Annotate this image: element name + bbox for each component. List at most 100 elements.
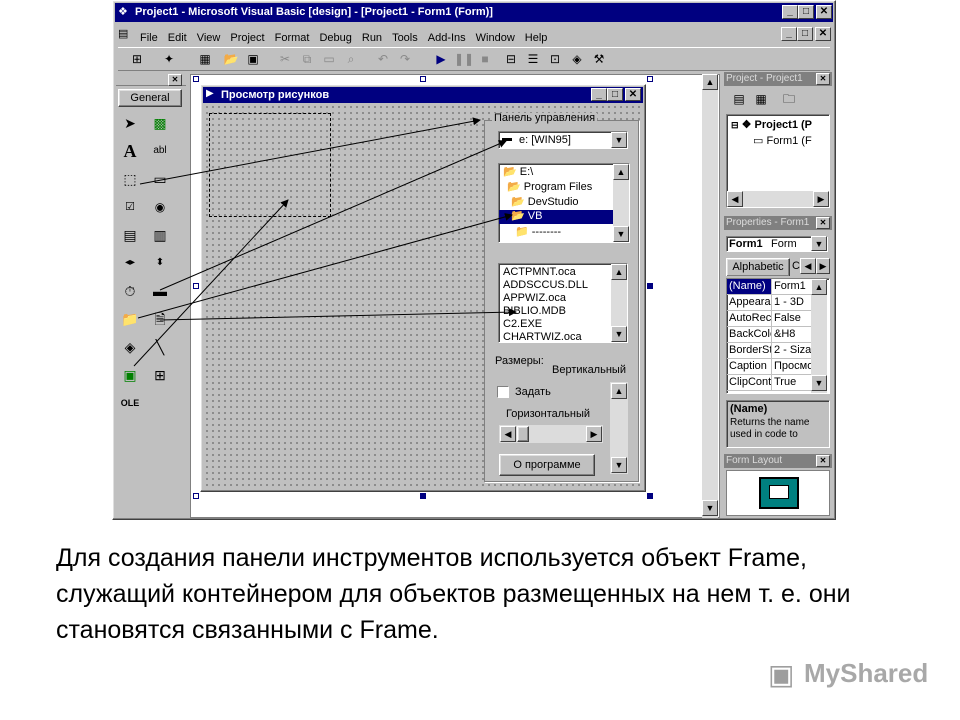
dir-listbox[interactable]: 📂 E:\ 📂 Program Files 📂 DevStudio 📂 VB 📁… xyxy=(498,163,630,243)
menu-editor-icon[interactable]: ▦ xyxy=(196,50,214,68)
inner-restore-button[interactable]: □ xyxy=(797,27,813,41)
combobox-icon[interactable]: ▤ xyxy=(118,224,142,246)
property-row[interactable]: ClipCont True xyxy=(727,375,811,391)
tab-scroll-left-button[interactable]: ◀ xyxy=(800,258,816,274)
maximize-button[interactable]: □ xyxy=(798,5,814,19)
file-item[interactable]: BIBLIO.MDB xyxy=(503,305,566,318)
designer-scroll-up-button[interactable]: ▲ xyxy=(702,74,718,90)
toolbox-general-tab[interactable]: General xyxy=(118,89,182,107)
tab-scroll-right-button[interactable]: ▶ xyxy=(816,258,830,274)
designer-vscrollbar[interactable] xyxy=(702,74,718,518)
property-row[interactable]: Appeara 1 - 3D xyxy=(727,295,811,311)
shape-icon[interactable]: ◈ xyxy=(118,336,142,358)
frame-icon[interactable]: ⬚ xyxy=(118,168,142,190)
textbox-icon[interactable]: abl xyxy=(148,140,172,162)
property-row[interactable]: BorderSt 2 - Siza xyxy=(727,343,811,359)
hscrollbar-icon[interactable]: ◂▸ xyxy=(118,252,142,274)
project-scroll-left-button[interactable]: ◀ xyxy=(727,191,743,207)
dirlistbox-icon[interactable]: 📁 xyxy=(118,308,142,330)
selection-handle[interactable] xyxy=(420,76,426,82)
form-close-button[interactable]: ✕ xyxy=(625,88,641,101)
open-icon[interactable]: 📂 xyxy=(222,50,240,68)
project-explorer-icon[interactable]: ⊟ xyxy=(502,50,520,68)
property-row[interactable]: BackColc &H8 xyxy=(727,327,811,343)
pointer-icon[interactable]: ➤ xyxy=(118,112,142,134)
vscrollbar-icon[interactable]: ⬍ xyxy=(148,252,172,274)
find-icon[interactable]: ⌕ xyxy=(342,50,360,68)
menu-project[interactable]: Project xyxy=(230,32,264,44)
monitor-preview-icon[interactable] xyxy=(759,477,799,509)
selection-handle[interactable] xyxy=(193,493,199,499)
break-icon[interactable]: ❚❚ xyxy=(454,50,474,68)
object-selector-dropdown-button[interactable]: ▼ xyxy=(811,236,827,251)
start-icon[interactable]: ▶ xyxy=(432,50,450,68)
horizontal-scroll-right-button[interactable]: ▶ xyxy=(586,426,602,442)
cut-icon[interactable]: ✂ xyxy=(276,50,294,68)
undo-icon[interactable]: ↶ xyxy=(374,50,392,68)
inner-minimize-button[interactable]: _ xyxy=(781,27,797,41)
dir-item[interactable]: 📂 DevStudio xyxy=(511,196,579,209)
listbox-icon[interactable]: ▥ xyxy=(148,224,172,246)
object-selector[interactable]: Form1 Form ▼ xyxy=(726,236,828,252)
optionbutton-icon[interactable]: ◉ xyxy=(148,196,172,218)
menu-debug[interactable]: Debug xyxy=(319,32,351,44)
dir-item-selected[interactable]: 📂 VB xyxy=(499,210,613,224)
property-row[interactable]: Caption Просмо xyxy=(727,359,811,375)
dir-scroll-up-button[interactable]: ▲ xyxy=(613,164,629,180)
horizontal-scroll-thumb[interactable] xyxy=(517,426,529,442)
toolbox-icon[interactable]: ⚒ xyxy=(590,50,608,68)
drive-listbox[interactable]: ▬ e: [WIN95] ▼ xyxy=(498,131,628,149)
form-minimize-button[interactable]: _ xyxy=(591,88,607,101)
selection-handle[interactable] xyxy=(193,283,199,289)
picture-placeholder[interactable] xyxy=(209,113,331,217)
form-layout-close-button[interactable]: ✕ xyxy=(816,455,830,467)
set-size-checkbox[interactable] xyxy=(497,386,509,398)
filelistbox-icon[interactable]: 🗎 xyxy=(148,308,172,330)
file-scroll-down-button[interactable]: ▼ xyxy=(611,326,627,342)
ole-icon[interactable]: OLE xyxy=(118,392,142,414)
menu-edit[interactable]: Edit xyxy=(168,32,187,44)
form-maximize-button[interactable]: □ xyxy=(607,88,623,101)
line-icon[interactable]: ╲ xyxy=(148,336,172,358)
copy-icon[interactable]: ⧉ xyxy=(298,50,316,68)
file-item[interactable]: C2.EXE xyxy=(503,318,542,331)
inner-close-button[interactable]: ✕ xyxy=(815,27,831,41)
dir-item[interactable]: 📂 Program Files xyxy=(507,181,592,194)
commandbutton-icon[interactable]: ▭ xyxy=(148,168,172,190)
paste-icon[interactable]: ▭ xyxy=(320,50,338,68)
selection-handle[interactable] xyxy=(647,283,653,289)
menu-tools[interactable]: Tools xyxy=(392,32,418,44)
selection-handle[interactable] xyxy=(647,76,653,82)
project-root-item[interactable]: ⊟ ❖ Project1 (P xyxy=(731,119,812,132)
toggle-folders-icon[interactable]: 🗀 xyxy=(780,90,798,108)
menu-help[interactable]: Help xyxy=(525,32,548,44)
properties-window-icon[interactable]: ☰ xyxy=(524,50,542,68)
designer-scroll-down-button[interactable]: ▼ xyxy=(702,500,718,516)
form-layout-icon[interactable]: ⊡ xyxy=(546,50,564,68)
file-item[interactable]: APPWIZ.oca xyxy=(503,292,566,305)
menu-addins[interactable]: Add-Ins xyxy=(428,32,466,44)
toolbox-close-button[interactable]: ✕ xyxy=(168,74,182,86)
dir-item[interactable]: 📁 -------- xyxy=(515,226,561,239)
menu-run[interactable]: Run xyxy=(362,32,382,44)
vertical-scroll-down-button[interactable]: ▼ xyxy=(611,457,627,473)
tab-alphabetic[interactable]: Alphabetic xyxy=(726,258,790,276)
file-scroll-up-button[interactable]: ▲ xyxy=(611,264,627,280)
project-scroll-right-button[interactable]: ▶ xyxy=(813,191,829,207)
view-code-icon[interactable]: ▤ xyxy=(730,90,748,108)
dir-scroll-down-button[interactable]: ▼ xyxy=(613,226,629,242)
minimize-button[interactable]: _ xyxy=(782,5,798,19)
property-scroll-down-button[interactable]: ▼ xyxy=(811,375,827,391)
picturebox-icon[interactable]: ▩ xyxy=(148,112,172,134)
dir-item[interactable]: 📂 E:\ xyxy=(503,166,533,179)
property-row[interactable]: (Name) Form1 xyxy=(727,279,811,295)
drive-dropdown-button[interactable]: ▼ xyxy=(611,132,627,148)
tab-categorized[interactable]: C xyxy=(792,261,800,272)
image-icon[interactable]: ▣ xyxy=(118,364,142,386)
selection-handle[interactable] xyxy=(647,493,653,499)
add-project-icon[interactable]: ⊞ xyxy=(128,50,146,68)
save-icon[interactable]: ▣ xyxy=(244,50,262,68)
horizontal-scroll-left-button[interactable]: ◀ xyxy=(500,426,516,442)
file-item[interactable]: ADDSCCUS.DLL xyxy=(503,279,588,292)
selection-handle[interactable] xyxy=(193,76,199,82)
